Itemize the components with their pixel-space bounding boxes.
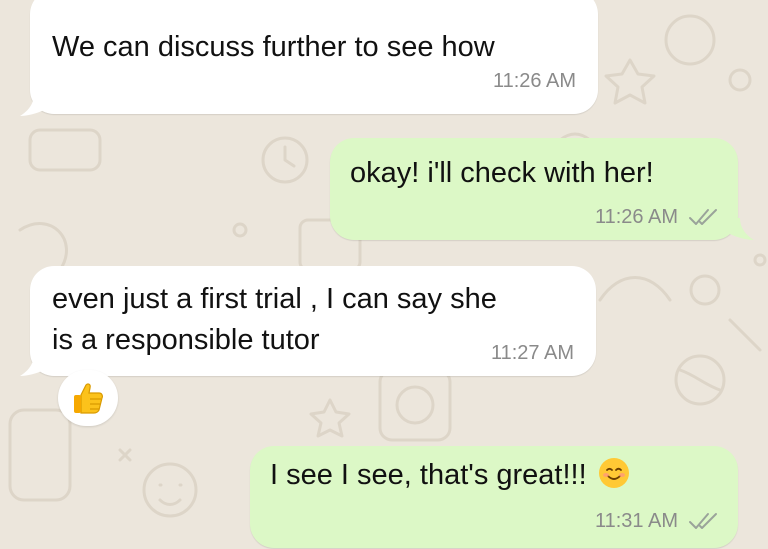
thumbs-up-icon <box>74 383 103 414</box>
bubble-tail-incoming <box>20 354 44 376</box>
read-double-check-icon <box>689 513 717 529</box>
message-text-content: I see I see, that's great!!! <box>270 459 587 491</box>
message-text-line-2: is a responsible tutor <box>52 324 320 356</box>
message-text: We can discuss further to see how <box>52 31 495 63</box>
smiling-face-icon <box>598 458 629 488</box>
message-text: okay! i'll check with her! <box>350 157 654 189</box>
message-timestamp: 11:31 AM <box>594 510 678 532</box>
message-bubble-incoming-1[interactable]: We can discuss further to see how 11:26 … <box>30 0 598 114</box>
message-bubble-outgoing-1[interactable]: okay! i'll check with her! 11:26 AM <box>330 138 738 240</box>
message-text-line-1: even just a first trial , I can say she <box>52 283 497 315</box>
read-double-check-icon <box>689 209 717 225</box>
message-timestamp: 11:27 AM <box>490 342 574 364</box>
message-bubble-outgoing-2[interactable]: I see I see, that's great!!! 11:31 AM <box>250 446 738 548</box>
message-timestamp: 11:26 AM <box>594 206 678 228</box>
reaction-badge[interactable] <box>58 370 118 426</box>
message-bubble-incoming-2[interactable]: even just a first trial , I can say she … <box>30 266 596 376</box>
bubble-tail-incoming <box>20 94 44 116</box>
bubble-tail-outgoing <box>730 218 754 240</box>
message-timestamp: 11:26 AM <box>492 70 576 92</box>
message-text: I see I see, that's great!!! <box>270 456 629 494</box>
